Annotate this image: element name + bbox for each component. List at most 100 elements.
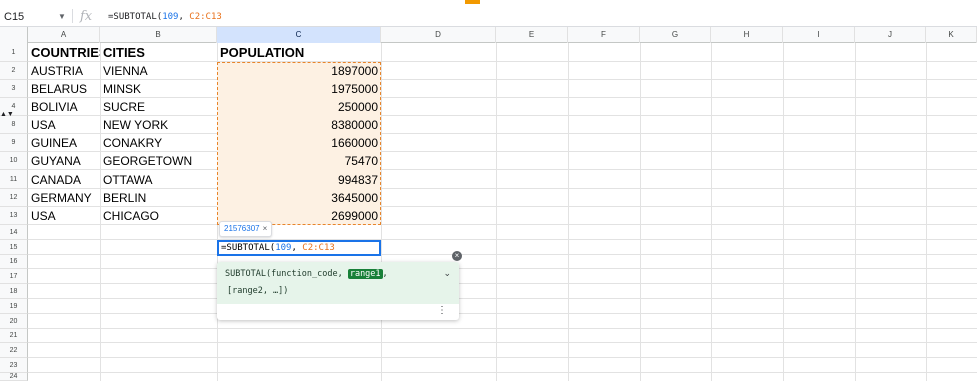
row-header[interactable]: 16 bbox=[0, 255, 28, 269]
gridline bbox=[28, 328, 977, 329]
cell-country[interactable]: USA bbox=[28, 207, 100, 225]
row-header[interactable]: 20 bbox=[0, 314, 28, 329]
editor-code: 109 bbox=[275, 243, 292, 253]
cell-country[interactable]: GUYANA bbox=[28, 152, 100, 170]
cell-population[interactable]: 994837 bbox=[217, 171, 381, 189]
cell-population[interactable]: 3645000 bbox=[217, 189, 381, 207]
cell-population[interactable]: 8380000 bbox=[217, 116, 381, 134]
row-header[interactable]: 11 bbox=[0, 170, 28, 189]
column-header-k[interactable]: K bbox=[926, 27, 977, 43]
function-signature-line2: [range2, …]) bbox=[227, 286, 289, 296]
editor-prefix: =SUBTOTAL( bbox=[221, 243, 276, 253]
row-header[interactable]: 12 bbox=[0, 189, 28, 207]
cell-country[interactable]: GERMANY bbox=[28, 189, 100, 207]
column-header-b[interactable]: B bbox=[100, 27, 217, 43]
gridline bbox=[28, 357, 977, 358]
column-header-a[interactable]: A bbox=[28, 27, 100, 43]
more-options-icon[interactable]: ⋮ bbox=[437, 305, 447, 317]
gridline bbox=[568, 43, 569, 381]
row-header[interactable]: 14 bbox=[0, 225, 28, 240]
cell-population[interactable]: 250000 bbox=[217, 98, 381, 116]
cell-country[interactable]: BOLIVIA bbox=[28, 98, 100, 116]
row-header[interactable]: 24 bbox=[0, 373, 28, 381]
hidden-rows-toggle-icon[interactable]: ▲▼ bbox=[0, 111, 14, 118]
cell-city[interactable]: CHICAGO bbox=[100, 207, 217, 225]
column-header-h[interactable]: H bbox=[711, 27, 783, 43]
name-box-dropdown-icon[interactable]: ▼ bbox=[58, 7, 66, 27]
row-header[interactable]: 22 bbox=[0, 343, 28, 358]
preview-close-icon[interactable]: × bbox=[263, 224, 268, 233]
gridline bbox=[926, 43, 927, 381]
gridline bbox=[381, 43, 382, 381]
column-header-j[interactable]: J bbox=[855, 27, 926, 43]
row-header[interactable]: 15 bbox=[0, 240, 28, 255]
fn-arg-sep: , bbox=[382, 269, 388, 279]
formula-input[interactable]: =SUBTOTAL(109, C2:C13 bbox=[108, 7, 222, 27]
column-header-i[interactable]: I bbox=[783, 27, 855, 43]
row-header[interactable]: 9 bbox=[0, 134, 28, 152]
formula-sep: , bbox=[178, 12, 190, 22]
row-header[interactable]: 8 bbox=[0, 116, 28, 134]
cell-city[interactable]: NEW YORK bbox=[100, 116, 217, 134]
cell-country[interactable]: AUSTRIA bbox=[28, 62, 100, 80]
preview-value: 21576307 bbox=[224, 224, 260, 233]
formula-prefix: =SUBTOTAL( bbox=[108, 12, 163, 22]
cell-city[interactable]: BERLIN bbox=[100, 189, 217, 207]
cell-country[interactable]: BELARUS bbox=[28, 80, 100, 98]
cell-country[interactable]: CANADA bbox=[28, 171, 100, 189]
gridline bbox=[28, 298, 977, 299]
formula-code: 109 bbox=[162, 12, 179, 22]
column-header-c[interactable]: C bbox=[217, 27, 381, 43]
cell-population[interactable]: 1897000 bbox=[217, 62, 381, 80]
editor-range: C2:C13 bbox=[302, 243, 335, 253]
fn-arg-range1: range1 bbox=[347, 269, 383, 279]
gridline bbox=[640, 43, 641, 381]
cell-header-cities[interactable]: CITIES bbox=[100, 43, 217, 62]
formula-range: C2:C13 bbox=[189, 12, 222, 22]
gridline bbox=[28, 372, 977, 373]
row-header[interactable]: 3 bbox=[0, 80, 28, 98]
row-header[interactable]: 10 bbox=[0, 152, 28, 170]
row-header[interactable]: 2 bbox=[0, 62, 28, 80]
gridline bbox=[855, 43, 856, 381]
expand-help-chevron-icon[interactable]: ⌄ bbox=[443, 268, 451, 279]
cell-city[interactable]: GEORGETOWN bbox=[100, 152, 217, 170]
row-header[interactable]: 18 bbox=[0, 284, 28, 299]
column-header-f[interactable]: F bbox=[568, 27, 640, 43]
column-header-g[interactable]: G bbox=[640, 27, 711, 43]
function-signature-line1: SUBTOTAL(function_code, range1, bbox=[225, 268, 388, 281]
row-header[interactable]: 1 bbox=[0, 43, 28, 62]
cell-city[interactable]: OTTAWA bbox=[100, 171, 217, 189]
gridline bbox=[28, 239, 977, 240]
toolbar-indicator bbox=[465, 0, 480, 4]
row-header[interactable]: 21 bbox=[0, 329, 28, 343]
fx-icon: fx bbox=[80, 9, 93, 24]
cell-city[interactable]: CONAKRY bbox=[100, 134, 217, 152]
active-cell-editor[interactable]: =SUBTOTAL(109, C2:C13 bbox=[217, 240, 381, 256]
column-header-d[interactable]: D bbox=[381, 27, 496, 43]
column-header-e[interactable]: E bbox=[496, 27, 568, 43]
cell-header-population[interactable]: POPULATION bbox=[217, 43, 381, 62]
formula-bar: C15 ▼ fx =SUBTOTAL(109, C2:C13 bbox=[0, 0, 977, 27]
row-header[interactable]: 19 bbox=[0, 299, 28, 314]
fn-name: SUBTOTAL( bbox=[225, 269, 272, 279]
formula-result-preview: 21576307 × bbox=[219, 221, 273, 237]
function-signature-panel[interactable]: SUBTOTAL(function_code, range1, [range2,… bbox=[217, 262, 459, 304]
function-help-popup: SUBTOTAL(function_code, range1, [range2,… bbox=[217, 262, 459, 320]
cell-population[interactable]: 1660000 bbox=[217, 134, 381, 152]
cell-country[interactable]: USA bbox=[28, 116, 100, 134]
row-header[interactable]: 17 bbox=[0, 269, 28, 284]
help-close-icon[interactable]: × bbox=[452, 251, 462, 261]
select-all-corner[interactable] bbox=[0, 27, 28, 43]
cell-population[interactable]: 1975000 bbox=[217, 80, 381, 98]
cell-city[interactable]: MINSK bbox=[100, 80, 217, 98]
row-header[interactable]: 23 bbox=[0, 358, 28, 373]
cell-header-countries[interactable]: COUNTRIES bbox=[28, 43, 100, 62]
formula-bar-divider bbox=[72, 9, 73, 23]
cell-population[interactable]: 75470 bbox=[217, 152, 381, 170]
row-header[interactable]: 13 bbox=[0, 207, 28, 225]
gridline bbox=[28, 268, 977, 269]
cell-city[interactable]: VIENNA bbox=[100, 62, 217, 80]
cell-city[interactable]: SUCRE bbox=[100, 98, 217, 116]
cell-country[interactable]: GUINEA bbox=[28, 134, 100, 152]
